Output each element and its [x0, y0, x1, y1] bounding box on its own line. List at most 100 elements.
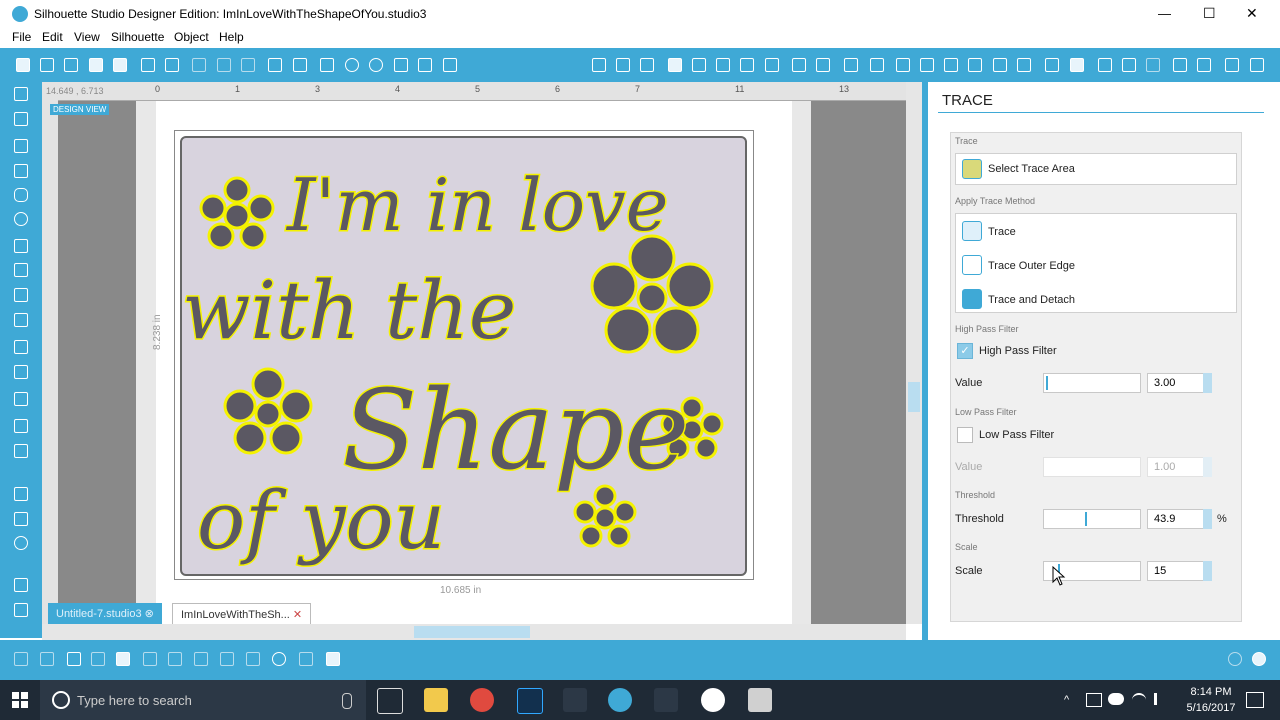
- print-to-cutter-icon[interactable]: [161, 54, 183, 76]
- windows-start-icon[interactable]: [12, 692, 28, 708]
- zoom-in-icon[interactable]: [341, 54, 363, 76]
- menu-help[interactable]: Help: [219, 30, 244, 44]
- knife-tool-icon[interactable]: [11, 441, 31, 461]
- nesting-icon[interactable]: [1013, 54, 1035, 76]
- send-icon[interactable]: [1094, 54, 1116, 76]
- cricut-icon[interactable]: [654, 688, 678, 712]
- trace-tool-icon[interactable]: [1066, 54, 1088, 76]
- fit-to-page-icon[interactable]: [439, 54, 461, 76]
- snipping-tool-icon[interactable]: [748, 688, 772, 712]
- action-center-icon[interactable]: [1246, 692, 1264, 708]
- edit-points-icon[interactable]: [11, 109, 31, 129]
- smooth-tool-icon[interactable]: [11, 337, 31, 357]
- file-explorer-icon[interactable]: [424, 688, 448, 712]
- menu-silhouette[interactable]: Silhouette: [111, 30, 164, 44]
- task-view-icon[interactable]: [377, 688, 403, 714]
- grid-icon[interactable]: [1142, 54, 1164, 76]
- print-icon[interactable]: [137, 54, 159, 76]
- threshold-slider-thumb[interactable]: [1085, 512, 1087, 526]
- open-file-icon[interactable]: [36, 54, 58, 76]
- zoom-select-icon[interactable]: [390, 54, 412, 76]
- microphone-icon[interactable]: [342, 693, 352, 709]
- fill-color-icon[interactable]: [664, 54, 686, 76]
- page-setup-icon[interactable]: [612, 54, 634, 76]
- trace-method-outer-edge[interactable]: Trace Outer Edge: [956, 250, 1236, 280]
- trace-method-trace[interactable]: Trace: [956, 216, 1236, 246]
- high-value-slider[interactable]: [1043, 373, 1141, 393]
- curve-tool-icon[interactable]: [11, 260, 31, 280]
- rounded-rect-tool-icon[interactable]: [11, 185, 31, 205]
- onedrive-icon[interactable]: [1108, 693, 1124, 705]
- battery-icon[interactable]: [1086, 693, 1102, 707]
- scale-input[interactable]: 15: [1147, 561, 1205, 581]
- low-pass-checkbox[interactable]: [957, 427, 973, 443]
- ungroup-icon[interactable]: [36, 648, 58, 670]
- delete-icon[interactable]: [164, 648, 186, 670]
- horizontal-scrollbar[interactable]: [42, 624, 906, 640]
- modify-2-icon[interactable]: [989, 54, 1011, 76]
- photoshop-icon[interactable]: [517, 688, 543, 714]
- offset-icon[interactable]: [866, 54, 888, 76]
- cut-icon[interactable]: [188, 54, 210, 76]
- image-effects-icon[interactable]: [1041, 54, 1063, 76]
- compound-path-icon[interactable]: [63, 648, 85, 670]
- line-style-icon[interactable]: [712, 54, 734, 76]
- menu-view[interactable]: View: [74, 30, 100, 44]
- modify-icon[interactable]: [964, 54, 986, 76]
- arc-tool-icon[interactable]: [11, 285, 31, 305]
- wifi-icon[interactable]: [1132, 693, 1146, 707]
- pan-icon[interactable]: [316, 54, 338, 76]
- zoom-out-icon[interactable]: [365, 54, 387, 76]
- sketch-bottom-icon[interactable]: [295, 648, 317, 670]
- select-trace-area-button[interactable]: Select Trace Area: [955, 153, 1237, 185]
- silhouette-studio-taskbar-icon[interactable]: [608, 688, 632, 712]
- high-value-input[interactable]: 3.00: [1147, 373, 1205, 393]
- show-hidden-icons-icon[interactable]: ^: [1064, 694, 1069, 706]
- freehand-tool-icon[interactable]: [11, 310, 31, 330]
- registration-icon[interactable]: [1118, 54, 1140, 76]
- move-icon[interactable]: [414, 54, 436, 76]
- text-style-icon[interactable]: [840, 54, 862, 76]
- polygon-tool-icon[interactable]: [11, 236, 31, 256]
- horizontal-scroll-thumb[interactable]: [414, 626, 530, 638]
- itunes-icon[interactable]: [701, 688, 725, 712]
- send-bottom-icon[interactable]: [322, 648, 344, 670]
- settings-icon[interactable]: [1169, 54, 1191, 76]
- maximize-button[interactable]: ☐: [1203, 5, 1216, 22]
- bring-forward-icon[interactable]: [190, 648, 212, 670]
- undo-icon[interactable]: [264, 54, 286, 76]
- design-artwork[interactable]: I'm in love with the Shape of you: [180, 136, 747, 576]
- panel-toggle-icon[interactable]: [11, 575, 31, 595]
- tab-untitled[interactable]: Untitled-7.studio3 ⊗: [48, 603, 162, 625]
- paste-icon[interactable]: [237, 54, 259, 76]
- weld-icon[interactable]: [139, 648, 161, 670]
- threshold-slider[interactable]: [1043, 509, 1141, 529]
- volume-icon[interactable]: [1154, 693, 1169, 705]
- menu-object[interactable]: Object: [174, 30, 209, 44]
- close-window-button[interactable]: ✕: [1246, 5, 1258, 22]
- transform-icon[interactable]: [812, 54, 834, 76]
- silhouette-logo-icon[interactable]: [1248, 648, 1270, 670]
- scale-spinner[interactable]: [1203, 561, 1212, 581]
- media-icon[interactable]: [1193, 54, 1215, 76]
- duplicate-icon[interactable]: [112, 648, 134, 670]
- vertical-scrollbar[interactable]: [906, 82, 922, 624]
- cut-settings-icon[interactable]: [1246, 54, 1268, 76]
- play-icon[interactable]: [11, 600, 31, 620]
- replicate-icon[interactable]: [892, 54, 914, 76]
- group-icon[interactable]: [10, 648, 32, 670]
- high-value-spinner[interactable]: [1203, 373, 1212, 393]
- send-back-icon[interactable]: [216, 648, 238, 670]
- close-tab-icon[interactable]: ✕: [293, 609, 302, 621]
- eraser-icon[interactable]: [940, 54, 962, 76]
- line-tool-icon[interactable]: [11, 136, 31, 156]
- threshold-spinner[interactable]: [1203, 509, 1212, 529]
- taskbar-search-box[interactable]: Type here to search: [40, 680, 366, 720]
- trace-bottom-icon[interactable]: [268, 648, 290, 670]
- shape-tool-icon[interactable]: [11, 362, 31, 382]
- vertical-scroll-thumb[interactable]: [908, 382, 920, 412]
- trace-method-detach[interactable]: Trace and Detach: [956, 284, 1236, 314]
- knife-icon[interactable]: [916, 54, 938, 76]
- sketch-icon[interactable]: [1221, 54, 1243, 76]
- align-icon[interactable]: [788, 54, 810, 76]
